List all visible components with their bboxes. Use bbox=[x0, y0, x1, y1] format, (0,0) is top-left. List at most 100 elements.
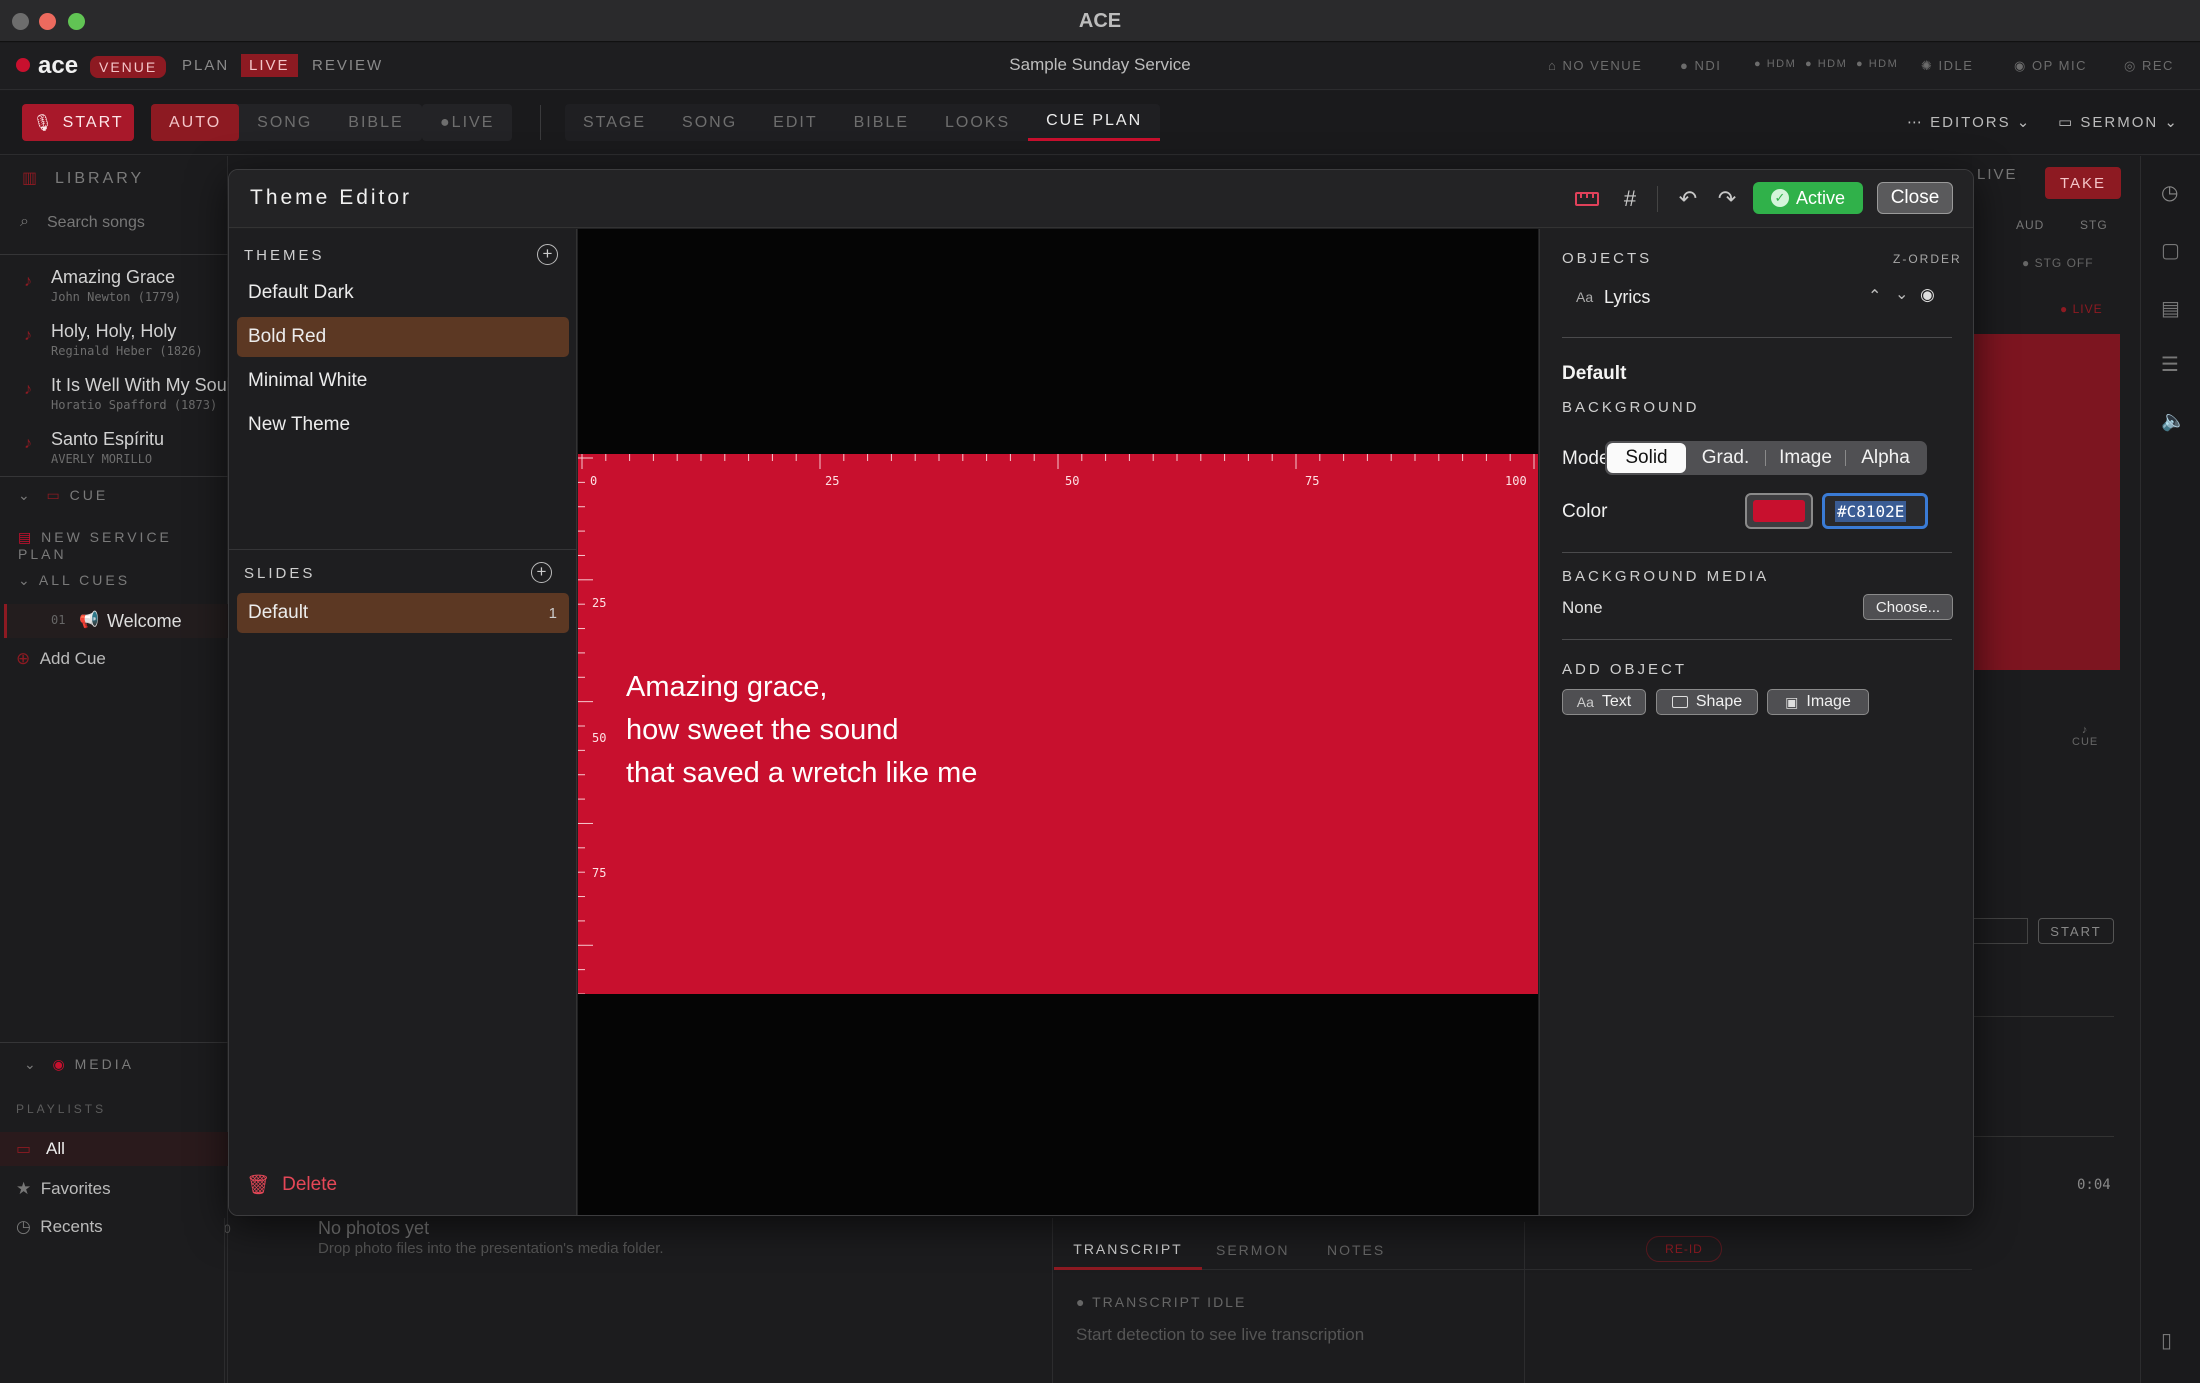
redo-icon[interactable]: ↷ bbox=[1714, 186, 1740, 212]
status-hdm-2[interactable]: ● HDM bbox=[1805, 58, 1847, 70]
search-placeholder: Search songs bbox=[47, 214, 145, 231]
add-cue-label: Add Cue bbox=[39, 649, 106, 668]
search-songs-input[interactable]: ⌕ Search songs bbox=[10, 208, 220, 238]
playlist-all[interactable]: ▭ All bbox=[0, 1132, 228, 1166]
tab-bible[interactable]: BIBLE bbox=[330, 104, 421, 141]
status-ndi[interactable]: ● NDI bbox=[1680, 58, 1721, 73]
bottom-area: No photos yet Drop photo files into the … bbox=[224, 1218, 1972, 1383]
tab-looks[interactable]: LOOKS bbox=[927, 104, 1028, 141]
background-label: BACKGROUND bbox=[1562, 399, 1700, 416]
sliders-icon[interactable]: ☰ bbox=[2161, 352, 2179, 377]
cue-tab[interactable]: ♪ CUE bbox=[2072, 724, 2098, 748]
cue-item-welcome[interactable]: 01 📢 Welcome bbox=[4, 604, 228, 638]
chevron-down-icon[interactable]: ⌄ bbox=[1895, 284, 1908, 304]
timer-start-button[interactable]: START bbox=[2038, 918, 2114, 944]
add-cue-button[interactable]: ⊕ Add Cue bbox=[16, 649, 106, 669]
status-rec[interactable]: ◎ REC bbox=[2124, 58, 2174, 74]
status-no-venue[interactable]: ⌂ NO VENUE bbox=[1548, 58, 1642, 73]
history-icon[interactable]: ◷ bbox=[2161, 180, 2178, 205]
cue-section-toggle[interactable]: ⌄ ▭ CUE bbox=[18, 487, 108, 504]
close-button[interactable]: Close bbox=[1877, 182, 1953, 214]
song-item[interactable]: ♪ Holy, Holy, Holy Reginald Heber (1826) bbox=[24, 321, 226, 358]
status-hdm-3[interactable]: ● HDM bbox=[1856, 58, 1898, 70]
speaker-icon[interactable]: 🔈 bbox=[2161, 408, 2186, 433]
media-section-toggle[interactable]: ⌄ ◉ MEDIA bbox=[24, 1056, 134, 1073]
color-swatch-button[interactable] bbox=[1745, 493, 1813, 529]
add-image-button[interactable]: ▣ Image bbox=[1767, 689, 1869, 715]
background-mode-selector: Solid Grad. Image Alpha bbox=[1605, 441, 1927, 475]
song-item[interactable]: ♪ It Is Well With My Soul Horatio Spafford… bbox=[24, 375, 231, 412]
status-idle[interactable]: ✺ IDLE bbox=[1921, 58, 1973, 74]
start-button[interactable]: 🎙 START bbox=[22, 104, 134, 141]
status-op-mic[interactable]: ◉ OP MIC bbox=[2014, 58, 2087, 74]
more-icon: ⋯ bbox=[1907, 114, 1924, 131]
hex-color-input[interactable]: #C8102E bbox=[1822, 493, 1928, 529]
song-item[interactable]: ♪ Amazing Grace John Newton (1779) bbox=[24, 267, 226, 304]
mode-gradient-option[interactable]: Grad. bbox=[1686, 443, 1765, 473]
comment-icon[interactable]: ▢ bbox=[2161, 238, 2180, 263]
mode-alpha-option[interactable]: Alpha bbox=[1846, 443, 1925, 473]
tab-auto[interactable]: AUTO bbox=[151, 104, 240, 141]
slide-preview[interactable]: 0 25 50 75 100 25 50 75 Amazing grace, h… bbox=[578, 454, 1538, 994]
layers-icon[interactable]: ▤ bbox=[2161, 296, 2180, 321]
grid-icon[interactable]: # bbox=[1617, 186, 1643, 212]
tab-stage[interactable]: STAGE bbox=[565, 104, 664, 141]
slide-item-default[interactable]: Default 1 bbox=[237, 593, 569, 633]
tab-transcript[interactable]: TRANSCRIPT bbox=[1054, 1230, 1202, 1270]
mode-solid-option[interactable]: Solid bbox=[1607, 443, 1686, 473]
theme-item-minimal-white[interactable]: Minimal White bbox=[237, 361, 569, 401]
song-title: Holy, Holy, Holy bbox=[51, 321, 177, 341]
add-slide-icon[interactable]: + bbox=[531, 562, 552, 583]
theme-item-bold-red[interactable]: Bold Red bbox=[237, 317, 569, 357]
toolbar-divider bbox=[540, 105, 541, 140]
tab-sermon[interactable]: SERMON bbox=[1216, 1242, 1289, 1258]
undo-icon[interactable]: ↶ bbox=[1675, 186, 1701, 212]
theme-editor-modal: Theme Editor # ↶ ↷ ✓ Active Close THEMES… bbox=[228, 169, 1974, 1216]
ruler-icon[interactable] bbox=[1574, 186, 1600, 212]
check-circle-icon: ✓ bbox=[1770, 189, 1789, 207]
editors-menu[interactable]: ⋯ EDITORS ⌄ bbox=[1907, 113, 2031, 131]
playlist-favorites[interactable]: ★ Favorites bbox=[16, 1179, 111, 1199]
playlist-recents[interactable]: ◷ Recents bbox=[16, 1217, 103, 1237]
tab-view-song[interactable]: SONG bbox=[664, 104, 755, 141]
divider bbox=[229, 549, 577, 550]
live-button[interactable]: LIVE bbox=[1977, 166, 2018, 183]
timer-input[interactable] bbox=[1972, 918, 2028, 944]
live-toggle[interactable]: ● LIVE bbox=[422, 104, 513, 141]
add-shape-label: Shape bbox=[1695, 693, 1743, 710]
choose-media-button[interactable]: Choose... bbox=[1863, 594, 1953, 620]
chevron-up-icon[interactable]: ⌃ bbox=[1868, 286, 1881, 306]
tab-edit[interactable]: EDIT bbox=[755, 104, 835, 141]
add-shape-button[interactable]: Shape bbox=[1656, 689, 1758, 715]
aud-button[interactable]: AUD bbox=[2016, 218, 2044, 232]
add-text-button[interactable]: Aa Text bbox=[1562, 689, 1646, 715]
song-item[interactable]: ♪ Santo Espíritu AVERLY MORILLO bbox=[24, 429, 226, 466]
panel-toggle-icon[interactable]: ▯ bbox=[2161, 1328, 2172, 1353]
object-item-lyrics[interactable]: Aa Lyrics ⌃ ⌄ ◉ bbox=[1562, 281, 1948, 315]
image-icon: ▣ bbox=[1785, 693, 1799, 710]
sermon-menu[interactable]: ▭ SERMON ⌄ bbox=[2058, 113, 2179, 131]
tab-notes[interactable]: NOTES bbox=[1327, 1242, 1385, 1258]
theme-item-default-dark[interactable]: Default Dark bbox=[237, 273, 569, 313]
theme-item-new-theme[interactable]: New Theme bbox=[237, 405, 569, 445]
new-service-plan-button[interactable]: ▤ NEW SERVICE PLAN bbox=[18, 529, 227, 562]
add-theme-icon[interactable]: + bbox=[537, 244, 558, 265]
tab-view-bible[interactable]: BIBLE bbox=[836, 104, 927, 141]
active-toggle-button[interactable]: ✓ Active bbox=[1753, 182, 1863, 214]
tab-song[interactable]: SONG bbox=[239, 104, 330, 141]
lyrics-text-object[interactable]: Amazing grace, how sweet the sound that … bbox=[626, 666, 977, 795]
header-divider bbox=[1657, 186, 1658, 212]
mode-image-option[interactable]: Image bbox=[1766, 443, 1845, 473]
status-hdm-1[interactable]: ● HDM bbox=[1754, 58, 1796, 70]
window-title: ACE bbox=[1078, 10, 1122, 32]
tab-cue-plan[interactable]: CUE PLAN bbox=[1028, 104, 1161, 141]
delete-theme-button[interactable]: 🗑 Delete bbox=[246, 1173, 337, 1197]
all-cues-toggle[interactable]: ⌄ ALL CUES bbox=[18, 572, 130, 589]
stg-button[interactable]: STG bbox=[2080, 218, 2108, 232]
eye-icon[interactable]: ◉ bbox=[1920, 285, 1935, 305]
library-icon: ▥ bbox=[22, 170, 41, 187]
take-button[interactable]: TAKE bbox=[2045, 167, 2121, 199]
reid-button[interactable]: RE-ID bbox=[1646, 1236, 1722, 1262]
stg-off-toggle[interactable]: ● STG OFF bbox=[2022, 256, 2094, 270]
mode-label: Mode bbox=[1562, 448, 1610, 469]
